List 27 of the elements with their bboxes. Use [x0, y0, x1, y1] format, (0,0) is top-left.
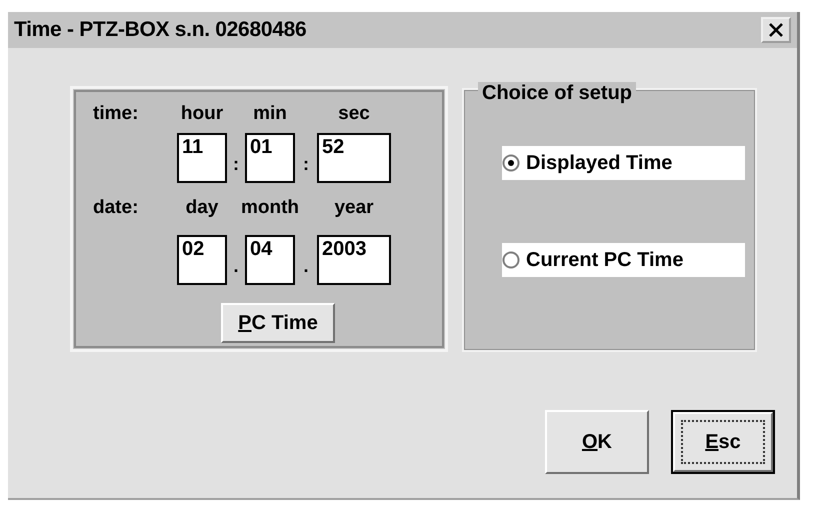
close-button[interactable] [761, 17, 791, 43]
field-caption: min [253, 103, 287, 125]
input-field[interactable]: 02 [177, 235, 227, 285]
input-field[interactable]: 52 [317, 133, 391, 183]
window-title: Time - PTZ-BOX s.n. 02680486 [14, 18, 306, 42]
dialog-button[interactable]: Esc [671, 410, 775, 474]
separator: . [302, 256, 310, 278]
row-label: date: [93, 197, 140, 219]
pc-time-button[interactable]: PC Time [221, 303, 335, 343]
input-field[interactable]: 2003 [317, 235, 391, 285]
radio-option[interactable]: Current PC Time [502, 243, 745, 277]
field-caption: sec [338, 103, 370, 125]
separator: . [232, 256, 240, 278]
separator: : [302, 154, 310, 176]
input-field[interactable]: 11 [177, 133, 227, 183]
row-label: time: [93, 103, 140, 125]
field-caption: month [240, 197, 300, 219]
field-caption: hour [180, 103, 224, 125]
field-caption: day [186, 197, 218, 219]
dialog-button[interactable]: OK [545, 410, 649, 474]
input-field[interactable]: 01 [245, 133, 295, 183]
input-field[interactable]: 04 [245, 235, 295, 285]
close-icon [769, 23, 783, 37]
group-title: Choice of setup [478, 82, 636, 105]
radio-option[interactable]: Displayed Time [502, 146, 745, 180]
field-caption: year [334, 197, 374, 219]
separator: : [232, 154, 240, 176]
